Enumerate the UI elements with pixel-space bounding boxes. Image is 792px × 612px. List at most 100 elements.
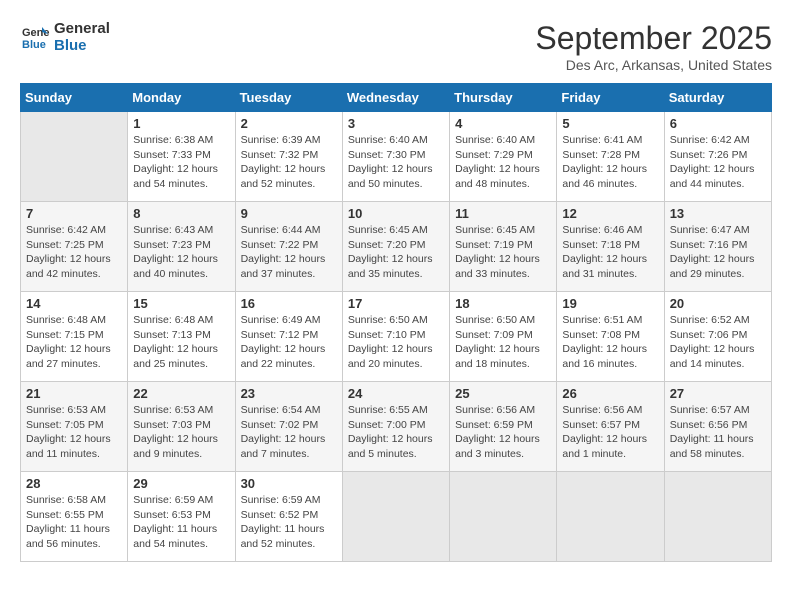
calendar-week-row: 1 Sunrise: 6:38 AM Sunset: 7:33 PM Daylig… <box>21 112 772 202</box>
calendar-week-row: 14 Sunrise: 6:48 AM Sunset: 7:15 PM Dayli… <box>21 292 772 382</box>
day-number: 4 <box>455 116 551 131</box>
day-number: 24 <box>348 386 444 401</box>
calendar-cell: 12 Sunrise: 6:46 AM Sunset: 7:18 PM Dayli… <box>557 202 664 292</box>
page-header: General Blue General Blue September 2025… <box>20 20 772 73</box>
day-number: 13 <box>670 206 766 221</box>
day-info: Sunrise: 6:41 AM Sunset: 7:28 PM Dayligh… <box>562 133 658 192</box>
svg-text:Blue: Blue <box>22 39 46 51</box>
day-info: Sunrise: 6:53 AM Sunset: 7:05 PM Dayligh… <box>26 403 122 462</box>
calendar-cell: 26 Sunrise: 6:56 AM Sunset: 6:57 PM Dayli… <box>557 382 664 472</box>
day-number: 16 <box>241 296 337 311</box>
day-number: 30 <box>241 476 337 491</box>
calendar-cell <box>21 112 128 202</box>
day-number: 20 <box>670 296 766 311</box>
calendar-cell: 19 Sunrise: 6:51 AM Sunset: 7:08 PM Dayli… <box>557 292 664 382</box>
day-info: Sunrise: 6:48 AM Sunset: 7:13 PM Dayligh… <box>133 313 229 372</box>
day-info: Sunrise: 6:59 AM Sunset: 6:53 PM Dayligh… <box>133 493 229 552</box>
calendar-week-row: 7 Sunrise: 6:42 AM Sunset: 7:25 PM Daylig… <box>21 202 772 292</box>
day-number: 17 <box>348 296 444 311</box>
calendar-cell: 15Sunrise: 6:48 AM Sunset: 7:13 PM Dayli… <box>128 292 235 382</box>
day-info: Sunrise: 6:45 AM Sunset: 7:19 PM Dayligh… <box>455 223 551 282</box>
calendar-table: SundayMondayTuesdayWednesdayThursdayFrid… <box>20 83 772 562</box>
calendar-cell: 9 Sunrise: 6:44 AM Sunset: 7:22 PM Daylig… <box>235 202 342 292</box>
weekday-header-thursday: Thursday <box>450 84 557 112</box>
day-info: Sunrise: 6:38 AM Sunset: 7:33 PM Dayligh… <box>133 133 229 192</box>
day-number: 27 <box>670 386 766 401</box>
calendar-cell: 25 Sunrise: 6:56 AM Sunset: 6:59 PM Dayli… <box>450 382 557 472</box>
day-info: Sunrise: 6:49 AM Sunset: 7:12 PM Dayligh… <box>241 313 337 372</box>
calendar-week-row: 21 Sunrise: 6:53 AM Sunset: 7:05 PM Dayli… <box>21 382 772 472</box>
day-info: Sunrise: 6:39 AM Sunset: 7:32 PM Dayligh… <box>241 133 337 192</box>
calendar-cell: 2 Sunrise: 6:39 AM Sunset: 7:32 PM Daylig… <box>235 112 342 202</box>
day-info: Sunrise: 6:56 AM Sunset: 6:57 PM Dayligh… <box>562 403 658 462</box>
calendar-cell <box>557 472 664 562</box>
day-number: 7 <box>26 206 122 221</box>
calendar-cell: 24Sunrise: 6:55 AM Sunset: 7:00 PM Dayli… <box>342 382 449 472</box>
day-number: 11 <box>455 206 551 221</box>
day-number: 21 <box>26 386 122 401</box>
day-number: 6 <box>670 116 766 131</box>
calendar-cell: 14 Sunrise: 6:48 AM Sunset: 7:15 PM Dayli… <box>21 292 128 382</box>
calendar-cell: 30 Sunrise: 6:59 AM Sunset: 6:52 PM Dayli… <box>235 472 342 562</box>
location-subtitle: Des Arc, Arkansas, United States <box>535 57 772 73</box>
calendar-cell: 16 Sunrise: 6:49 AM Sunset: 7:12 PM Dayli… <box>235 292 342 382</box>
day-number: 2 <box>241 116 337 131</box>
calendar-cell: 28 Sunrise: 6:58 AM Sunset: 6:55 PM Dayli… <box>21 472 128 562</box>
day-info: Sunrise: 6:40 AM Sunset: 7:29 PM Dayligh… <box>455 133 551 192</box>
logo-icon: General Blue <box>20 22 50 52</box>
day-number: 9 <box>241 206 337 221</box>
month-title: September 2025 <box>535 20 772 57</box>
calendar-cell <box>664 472 771 562</box>
calendar-cell: 5Sunrise: 6:41 AM Sunset: 7:28 PM Daylig… <box>557 112 664 202</box>
calendar-cell: 20Sunrise: 6:52 AM Sunset: 7:06 PM Dayli… <box>664 292 771 382</box>
calendar-cell: 13 Sunrise: 6:47 AM Sunset: 7:16 PM Dayli… <box>664 202 771 292</box>
day-info: Sunrise: 6:42 AM Sunset: 7:26 PM Dayligh… <box>670 133 766 192</box>
calendar-cell: 18Sunrise: 6:50 AM Sunset: 7:09 PM Dayli… <box>450 292 557 382</box>
day-number: 10 <box>348 206 444 221</box>
weekday-header-saturday: Saturday <box>664 84 771 112</box>
calendar-cell: 11 Sunrise: 6:45 AM Sunset: 7:19 PM Dayli… <box>450 202 557 292</box>
day-info: Sunrise: 6:51 AM Sunset: 7:08 PM Dayligh… <box>562 313 658 372</box>
weekday-header-row: SundayMondayTuesdayWednesdayThursdayFrid… <box>21 84 772 112</box>
day-number: 12 <box>562 206 658 221</box>
day-number: 18 <box>455 296 551 311</box>
calendar-cell: 8Sunrise: 6:43 AM Sunset: 7:23 PM Daylig… <box>128 202 235 292</box>
day-number: 26 <box>562 386 658 401</box>
title-block: September 2025 Des Arc, Arkansas, United… <box>535 20 772 73</box>
day-info: Sunrise: 6:42 AM Sunset: 7:25 PM Dayligh… <box>26 223 122 282</box>
calendar-week-row: 28 Sunrise: 6:58 AM Sunset: 6:55 PM Dayli… <box>21 472 772 562</box>
day-info: Sunrise: 6:43 AM Sunset: 7:23 PM Dayligh… <box>133 223 229 282</box>
day-number: 25 <box>455 386 551 401</box>
day-info: Sunrise: 6:46 AM Sunset: 7:18 PM Dayligh… <box>562 223 658 282</box>
day-info: Sunrise: 6:54 AM Sunset: 7:02 PM Dayligh… <box>241 403 337 462</box>
day-number: 29 <box>133 476 229 491</box>
day-number: 3 <box>348 116 444 131</box>
day-info: Sunrise: 6:53 AM Sunset: 7:03 PM Dayligh… <box>133 403 229 462</box>
day-info: Sunrise: 6:48 AM Sunset: 7:15 PM Dayligh… <box>26 313 122 372</box>
calendar-cell: 29 Sunrise: 6:59 AM Sunset: 6:53 PM Dayli… <box>128 472 235 562</box>
calendar-cell <box>342 472 449 562</box>
day-info: Sunrise: 6:47 AM Sunset: 7:16 PM Dayligh… <box>670 223 766 282</box>
day-number: 1 <box>133 116 229 131</box>
day-info: Sunrise: 6:40 AM Sunset: 7:30 PM Dayligh… <box>348 133 444 192</box>
logo: General Blue General Blue <box>20 20 110 54</box>
day-info: Sunrise: 6:58 AM Sunset: 6:55 PM Dayligh… <box>26 493 122 552</box>
weekday-header-tuesday: Tuesday <box>235 84 342 112</box>
day-info: Sunrise: 6:45 AM Sunset: 7:20 PM Dayligh… <box>348 223 444 282</box>
day-info: Sunrise: 6:56 AM Sunset: 6:59 PM Dayligh… <box>455 403 551 462</box>
calendar-cell: 17Sunrise: 6:50 AM Sunset: 7:10 PM Dayli… <box>342 292 449 382</box>
day-number: 28 <box>26 476 122 491</box>
calendar-cell: 4 Sunrise: 6:40 AM Sunset: 7:29 PM Daylig… <box>450 112 557 202</box>
day-info: Sunrise: 6:57 AM Sunset: 6:56 PM Dayligh… <box>670 403 766 462</box>
logo-line1: General <box>54 20 110 37</box>
calendar-cell: 1 Sunrise: 6:38 AM Sunset: 7:33 PM Daylig… <box>128 112 235 202</box>
day-number: 19 <box>562 296 658 311</box>
calendar-cell: 23Sunrise: 6:54 AM Sunset: 7:02 PM Dayli… <box>235 382 342 472</box>
day-info: Sunrise: 6:44 AM Sunset: 7:22 PM Dayligh… <box>241 223 337 282</box>
calendar-cell: 3 Sunrise: 6:40 AM Sunset: 7:30 PM Daylig… <box>342 112 449 202</box>
weekday-header-monday: Monday <box>128 84 235 112</box>
logo-line2: Blue <box>54 37 110 54</box>
day-info: Sunrise: 6:59 AM Sunset: 6:52 PM Dayligh… <box>241 493 337 552</box>
day-number: 14 <box>26 296 122 311</box>
calendar-cell: 22Sunrise: 6:53 AM Sunset: 7:03 PM Dayli… <box>128 382 235 472</box>
